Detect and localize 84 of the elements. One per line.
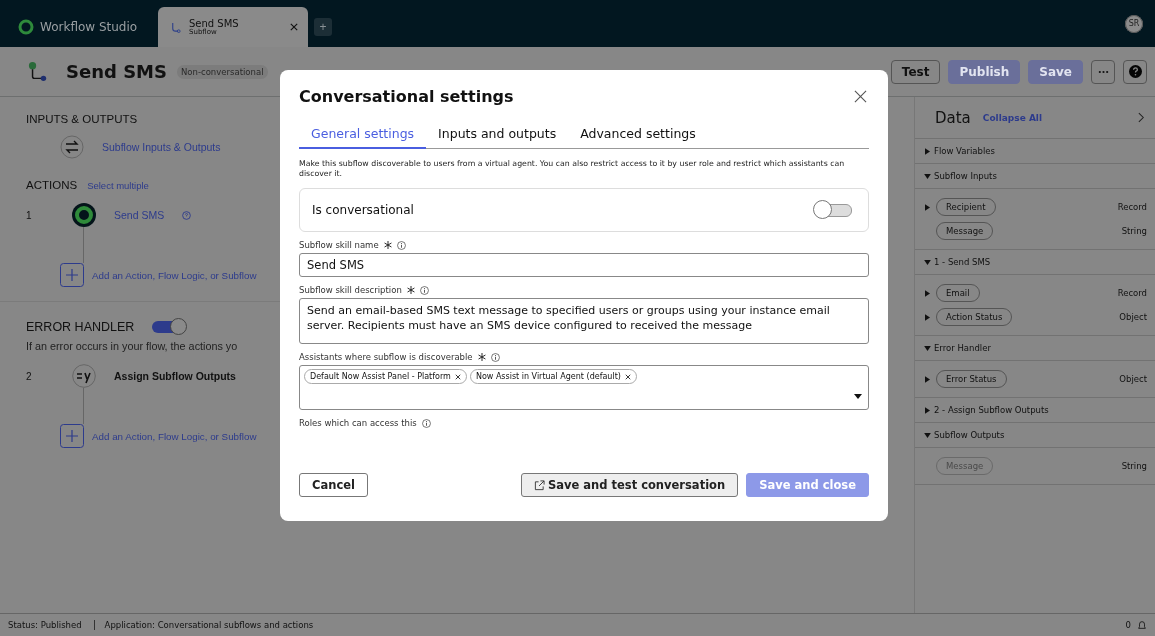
caret-icon <box>925 147 930 155</box>
caret-icon[interactable] <box>925 313 930 321</box>
data-section-header[interactable]: Subflow Inputs <box>915 164 1155 189</box>
data-section-header[interactable]: 1 - Send SMS <box>915 250 1155 275</box>
data-type: Record <box>1117 202 1147 212</box>
remove-icon[interactable] <box>624 373 631 380</box>
add-step-link[interactable]: Add an Action, Flow Logic, or Subflow <box>92 269 257 281</box>
dropdown-caret-icon[interactable] <box>854 394 862 400</box>
add-icon[interactable] <box>60 263 84 287</box>
save-and-test-button[interactable]: Save and test conversation <box>521 473 739 497</box>
field-label: Subflow skill name <box>299 240 379 251</box>
notification-count[interactable]: 0 <box>1125 620 1131 630</box>
caret-icon <box>924 432 931 438</box>
subflow-icon <box>170 20 181 34</box>
step-number: 1 <box>26 209 33 221</box>
error-handler-toggle[interactable] <box>152 321 185 333</box>
step-label[interactable]: Assign Subflow Outputs <box>114 370 236 382</box>
data-section-header[interactable]: Flow Variables <box>915 139 1155 164</box>
inputs-outputs-link[interactable]: Subflow Inputs & Outputs <box>102 141 221 153</box>
skill-name-field[interactable]: Send SMS <box>299 253 869 278</box>
application-text: Application: Conversational subflows and actions <box>93 620 314 630</box>
swap-icon <box>60 135 84 159</box>
caret-icon <box>924 345 931 351</box>
data-section-header[interactable]: Error Handler <box>915 336 1155 361</box>
step-number: 2 <box>26 370 33 382</box>
data-section-header[interactable]: 2 - Assign Subflow Outputs <box>915 398 1155 423</box>
status-text: Status: Published <box>8 620 82 630</box>
close-icon[interactable] <box>854 90 867 103</box>
panel-title: Data <box>935 108 971 127</box>
field-label: Roles which can access this <box>299 418 417 429</box>
data-type: String <box>1121 226 1147 236</box>
add-icon[interactable] <box>60 424 84 448</box>
step-label[interactable]: Send SMS <box>114 209 165 221</box>
caret-icon <box>925 406 930 414</box>
user-avatar[interactable]: SR <box>1125 14 1143 33</box>
help-icon <box>1128 65 1142 78</box>
logo-icon <box>18 19 34 35</box>
field-label: Subflow skill description <box>299 285 402 296</box>
bell-icon[interactable] <box>1137 620 1147 630</box>
add-step-link[interactable]: Add an Action, Flow Logic, or Subflow <box>92 430 257 442</box>
chevron-right-icon[interactable] <box>1138 112 1145 123</box>
toggle-label: Is conversational <box>312 203 414 218</box>
data-type: String <box>1121 461 1147 471</box>
section-heading: ERROR HANDLER <box>26 320 135 334</box>
assistants-field[interactable]: Default Now Assist Panel - Platform Now Assist in Virtual Agent (default) <box>299 365 869 411</box>
info-icon[interactable] <box>421 418 431 428</box>
caret-icon[interactable] <box>925 203 930 211</box>
skill-description-field[interactable]: Send an email-based SMS text message to specified users or groups using your instance email server. Recipients must have an SMS device configured to received the message <box>299 298 869 345</box>
data-type: Object <box>1119 374 1147 384</box>
section-heading: ACTIONS <box>26 179 78 191</box>
field-label: Assistants where subflow is discoverable <box>299 352 473 363</box>
remove-icon[interactable] <box>454 373 461 380</box>
caret-icon[interactable] <box>925 375 930 383</box>
dialog-title: Conversational settings <box>299 87 514 106</box>
tab-title: Send SMS <box>189 17 240 29</box>
status-badge: Non-conversational <box>177 64 268 79</box>
data-type: Record <box>1117 288 1147 298</box>
cancel-button[interactable]: Cancel <box>299 473 368 497</box>
app-name: Workflow Studio <box>40 20 138 34</box>
section-heading: INPUTS & OUTPUTS <box>26 113 139 125</box>
settings-tab[interactable]: Inputs and outputs <box>426 126 569 148</box>
more-icon <box>1097 69 1109 74</box>
help-button[interactable] <box>1123 59 1147 84</box>
close-icon[interactable] <box>290 23 298 31</box>
caret-icon[interactable] <box>925 289 930 297</box>
error-handler-description: If an error occurs in your flow, the actions yo <box>26 340 238 352</box>
new-tab-button[interactable]: + <box>314 17 332 36</box>
test-button[interactable]: Test <box>890 59 941 84</box>
data-type: Object <box>1119 312 1147 322</box>
info-icon[interactable] <box>490 352 500 362</box>
collapse-all-link[interactable]: Collapse All <box>982 112 1043 123</box>
external-link-icon <box>534 479 545 491</box>
info-icon[interactable] <box>396 240 406 250</box>
data-section-header[interactable]: Subflow Outputs <box>915 423 1155 448</box>
subflow-icon <box>28 60 48 83</box>
settings-tab[interactable]: General settings <box>299 126 427 149</box>
caret-icon <box>924 259 931 265</box>
select-multiple-link[interactable]: Select multiple <box>87 179 149 191</box>
conversational-toggle[interactable] <box>814 203 852 217</box>
settings-tab[interactable]: Advanced settings <box>568 126 708 148</box>
caret-icon <box>924 173 931 179</box>
info-icon[interactable] <box>419 285 429 295</box>
action-icon <box>72 203 96 227</box>
flow-title: Send SMS <box>66 61 167 82</box>
